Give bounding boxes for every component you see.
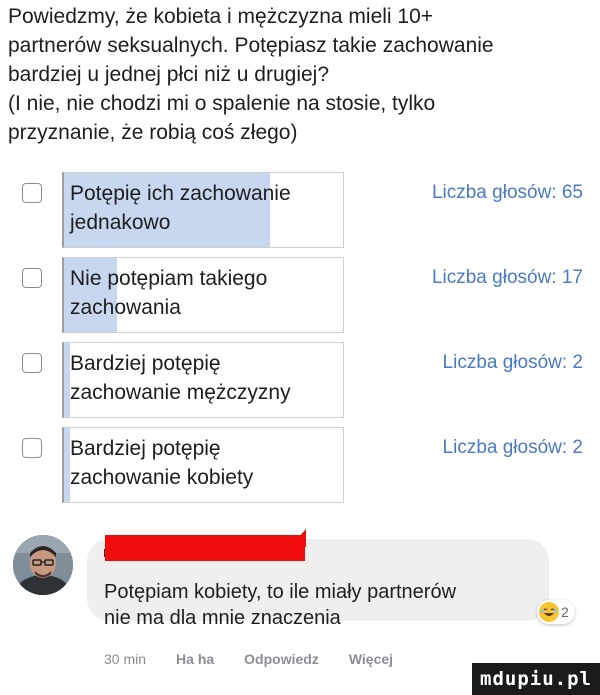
- option-checkbox[interactable]: [22, 438, 42, 458]
- option-bar[interactable]: Nie potępiam takiego zachowania: [62, 257, 344, 333]
- option-label: Bardziej potępię zachowanie mężczyzny: [70, 349, 340, 407]
- option-bar[interactable]: Bardziej potępię zachowanie kobiety: [62, 427, 344, 503]
- option-fill: [64, 343, 70, 417]
- comment-timestamp: 30 min: [104, 651, 147, 667]
- comment-line: Potępiam kobiety, to ile miały partnerów: [104, 581, 457, 603]
- option-bar[interactable]: Bardziej potępię zachowanie mężczyzny: [62, 342, 344, 418]
- redaction-bar-tip: [290, 529, 306, 547]
- vote-count[interactable]: Liczba głosów: 2: [443, 352, 583, 374]
- comment-actions: 30 min Ha ha Odpowiedz Więcej: [104, 651, 423, 667]
- haha-action[interactable]: Ha ha: [176, 651, 214, 667]
- vote-count[interactable]: Liczba głosów: 65: [432, 182, 583, 204]
- reaction-badge[interactable]: 2: [537, 600, 575, 624]
- poll-question: Powiedzmy, że kobieta i mężczyzna mieli …: [8, 2, 593, 147]
- laughing-emoji-icon: [539, 602, 559, 622]
- more-action[interactable]: Więcej: [349, 651, 393, 667]
- question-line: bardziej u jednej płci niż u drugiej?: [8, 63, 330, 86]
- question-line: partnerów seksualnych. Potępiasz takie z…: [8, 34, 494, 57]
- poll-option[interactable]: Bardziej potępię zachowanie mężczyzny Li…: [0, 342, 600, 420]
- option-label: Potępię ich zachowanie jednakowo: [70, 179, 340, 237]
- comment-line: nie ma dla mnie znaczenia: [104, 607, 341, 629]
- comment-text: Potępiam kobiety, to ile miały partnerów…: [104, 579, 544, 631]
- option-label-line: zachowania: [70, 296, 181, 319]
- reaction-count: 2: [561, 604, 569, 620]
- option-label-line: Potępię ich zachowanie: [70, 182, 291, 205]
- option-checkbox[interactable]: [22, 268, 42, 288]
- option-checkbox[interactable]: [22, 353, 42, 373]
- option-bar[interactable]: Potępię ich zachowanie jednakowo: [62, 172, 344, 248]
- option-label-line: zachowanie kobiety: [70, 466, 254, 489]
- poll-option[interactable]: Bardziej potępię zachowanie kobiety Licz…: [0, 427, 600, 505]
- option-label-line: Nie potępiam takiego: [70, 267, 268, 290]
- option-label: Bardziej potępię zachowanie kobiety: [70, 434, 340, 492]
- question-line: (I nie, nie chodzi mi o spalenie na stos…: [8, 92, 436, 115]
- avatar[interactable]: [13, 535, 73, 595]
- question-line: przyznanie, że robią coś złego): [8, 121, 298, 144]
- poll-option[interactable]: Potępię ich zachowanie jednakowo Liczba …: [0, 172, 600, 250]
- option-fill: [64, 428, 70, 502]
- vote-count[interactable]: Liczba głosów: 17: [432, 267, 583, 289]
- option-label-line: Bardziej potępię: [70, 437, 221, 460]
- question-line: Powiedzmy, że kobieta i mężczyzna mieli …: [8, 5, 434, 28]
- vote-count[interactable]: Liczba głosów: 2: [443, 437, 583, 459]
- site-watermark: mdupiu.pl: [472, 663, 600, 695]
- option-label-line: jednakowo: [70, 211, 171, 234]
- option-label-line: Bardziej potępię: [70, 352, 221, 375]
- redaction-bar: [105, 535, 305, 561]
- reply-action[interactable]: Odpowiedz: [244, 651, 319, 667]
- poll-option[interactable]: Nie potępiam takiego zachowania Liczba g…: [0, 257, 600, 335]
- avatar-photo: [13, 535, 73, 595]
- option-label: Nie potępiam takiego zachowania: [70, 264, 340, 322]
- option-label-line: zachowanie mężczyzny: [70, 381, 291, 404]
- option-checkbox[interactable]: [22, 183, 42, 203]
